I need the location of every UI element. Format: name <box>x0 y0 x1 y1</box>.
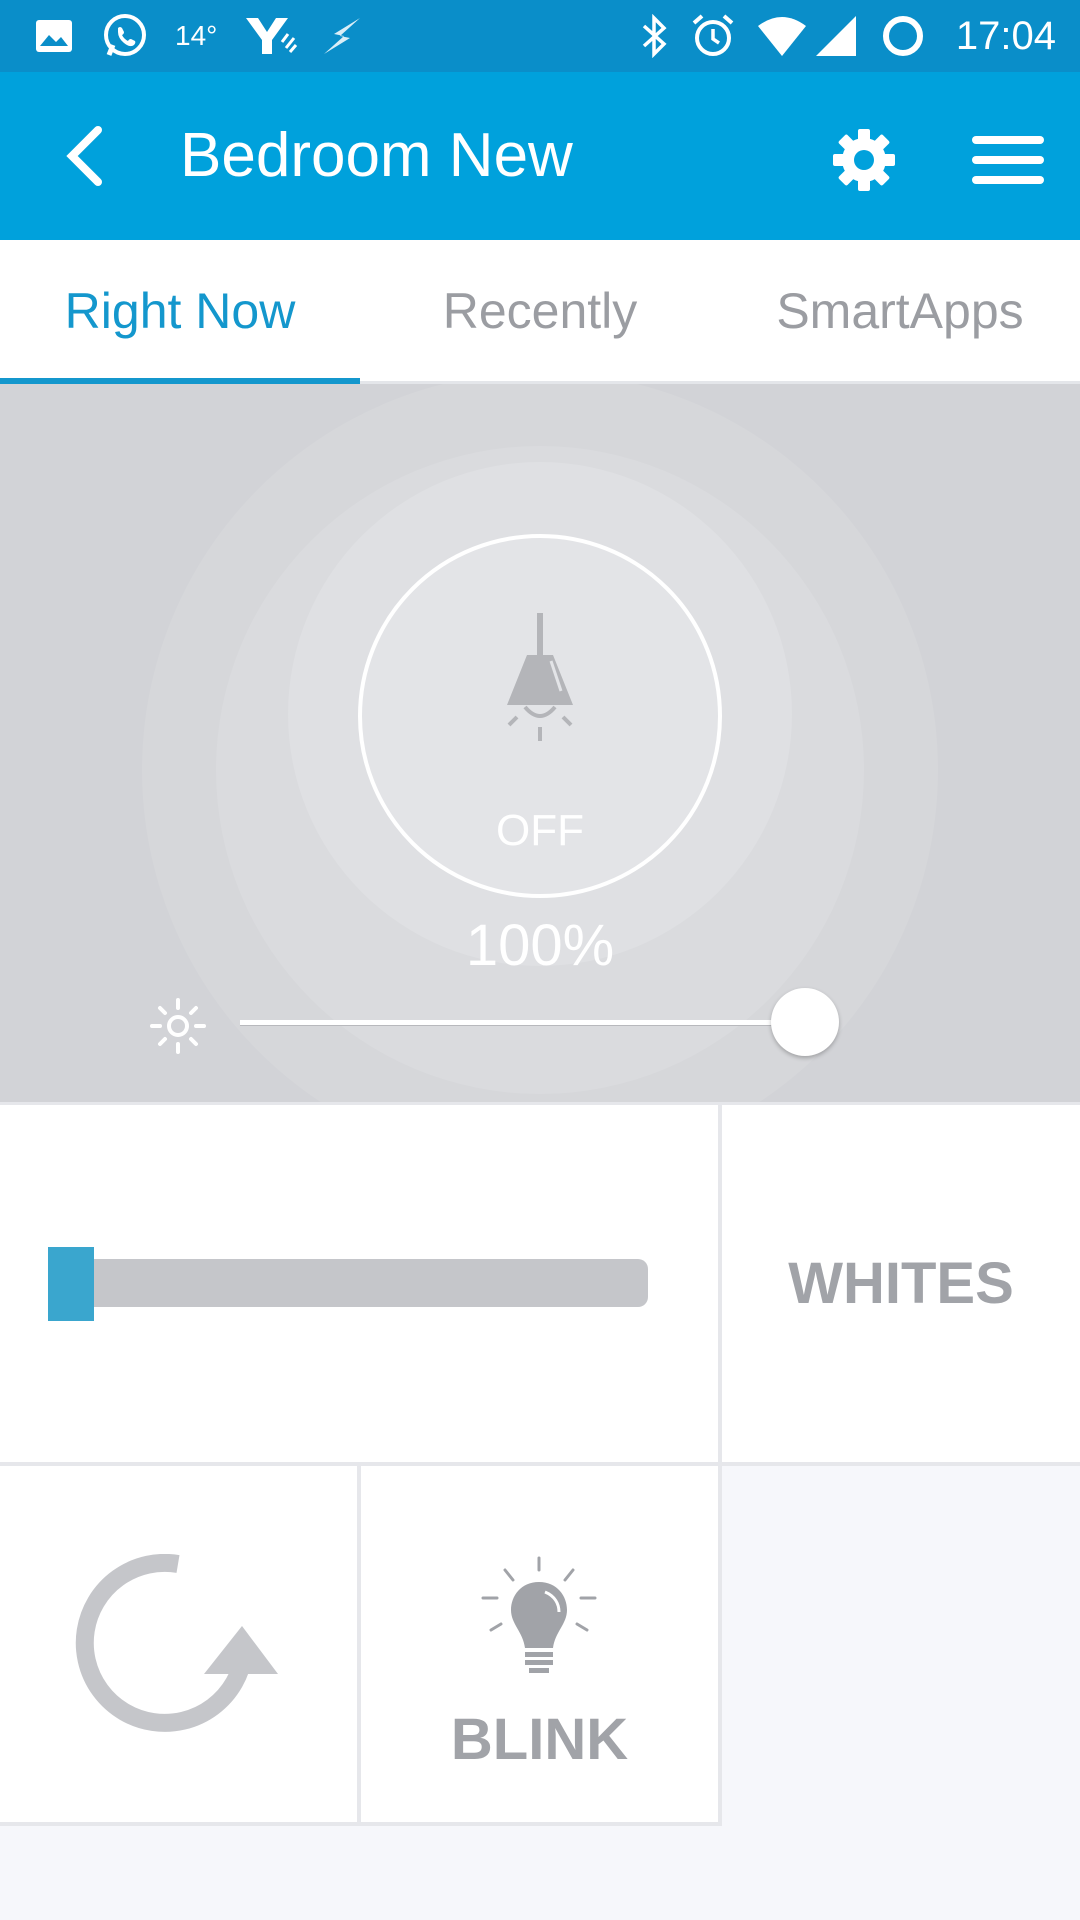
chevron-left-icon <box>66 126 102 186</box>
alarm-icon <box>690 0 736 72</box>
divider <box>0 1102 1080 1105</box>
color-temperature-slider-track[interactable] <box>48 1259 648 1307</box>
lightbulb-icon <box>481 1556 597 1673</box>
yahoo-weather-icon <box>244 0 298 72</box>
page-title: Bedroom New <box>180 121 573 190</box>
bluetooth-icon <box>640 0 670 72</box>
back-button[interactable] <box>40 112 128 200</box>
brightness-slider-track[interactable] <box>240 1020 805 1026</box>
brightness-icon <box>150 998 206 1054</box>
temperature-readout: 14° <box>175 20 218 51</box>
device-control-panel: OFF 100% <box>0 384 1080 1102</box>
image-icon <box>34 0 74 72</box>
whites-label: WHITES <box>788 1251 1014 1316</box>
tab-right-now[interactable]: Right Now <box>0 240 360 384</box>
clock: 17:04 <box>955 13 1056 58</box>
hamburger-menu-icon <box>972 136 1044 184</box>
empty-tile <box>722 1466 1080 1822</box>
power-toggle-button[interactable]: OFF <box>358 534 722 898</box>
app-bar: Bedroom New <box>0 72 1080 240</box>
level-readout: 100% <box>465 913 615 978</box>
signal-icon <box>814 0 858 72</box>
tab-label: Recently <box>442 282 638 339</box>
refresh-icon <box>75 1554 278 1732</box>
refresh-button[interactable] <box>0 1466 357 1822</box>
pendant-lamp-icon <box>507 613 573 741</box>
tab-smartapps[interactable]: SmartApps <box>720 240 1080 381</box>
divider <box>0 1822 722 1826</box>
divider <box>357 1466 361 1822</box>
divider <box>0 1462 1080 1466</box>
gear-icon <box>833 129 895 191</box>
status-bar: 14° 17:04 <box>0 0 1080 72</box>
brightness-slider-thumb[interactable] <box>771 988 839 1056</box>
settings-button[interactable] <box>820 116 908 204</box>
blink-label: BLINK <box>450 1707 629 1772</box>
sync-icon <box>880 0 926 72</box>
whatsapp-icon <box>100 0 150 72</box>
power-state-label: OFF <box>496 806 584 855</box>
tab-bar: Right Now Recently SmartApps <box>0 240 1080 384</box>
tab-label: SmartApps <box>776 282 1024 339</box>
wifi-icon <box>756 0 808 72</box>
color-temperature-tile <box>0 1105 718 1462</box>
charging-bolt-icon <box>320 0 364 72</box>
whites-button[interactable]: WHITES <box>722 1105 1080 1462</box>
tab-recently[interactable]: Recently <box>360 240 720 381</box>
color-temperature-slider-handle[interactable] <box>48 1247 94 1321</box>
menu-button[interactable] <box>960 116 1056 204</box>
tab-label: Right Now <box>64 282 296 339</box>
blink-button[interactable]: BLINK <box>361 1466 718 1822</box>
